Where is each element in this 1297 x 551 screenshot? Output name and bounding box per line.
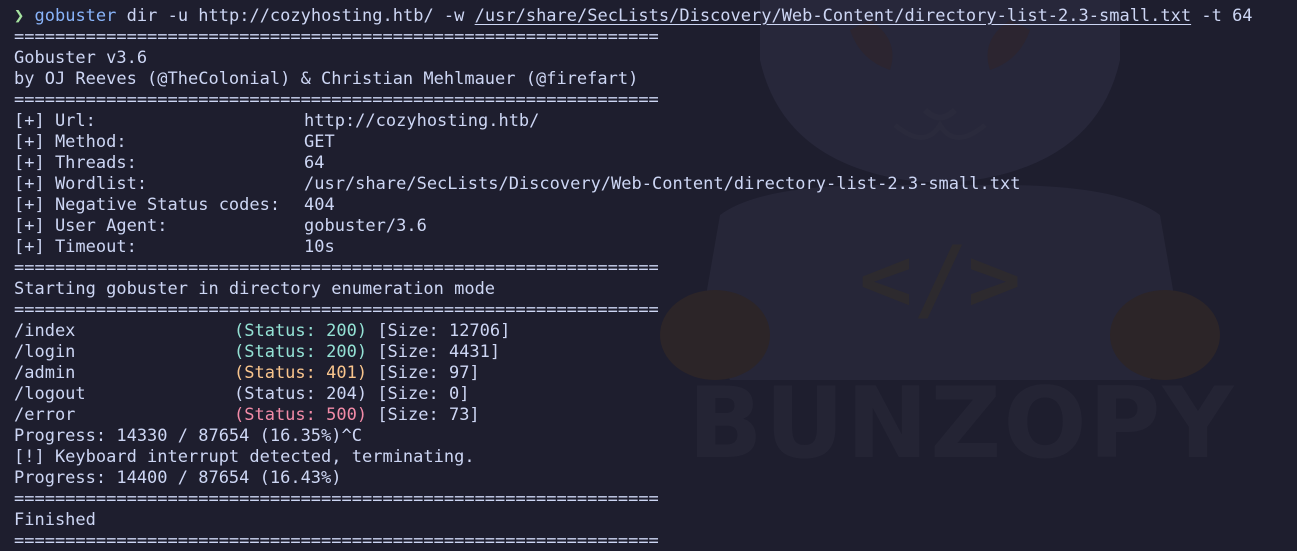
result-size: [Size: 97] <box>377 363 480 383</box>
config-label: [+] Timeout: <box>14 237 137 257</box>
config-label: [+] Wordlist: <box>14 174 148 194</box>
result-size: [Size: 73] <box>377 405 480 425</box>
result-size: [Size: 4431] <box>377 342 501 362</box>
config-value: GET <box>304 132 335 152</box>
separator-line: ========================================… <box>14 489 659 509</box>
result-size: [Size: 0] <box>377 384 470 404</box>
config-row: [+] Timeout: 10s <box>14 237 1253 258</box>
result-size: [Size: 12706] <box>377 321 511 341</box>
config-value: 64 <box>304 153 325 173</box>
config-label: [+] Method: <box>14 132 127 152</box>
result-status: (Status: 200) <box>234 321 368 341</box>
config-label: [+] Negative Status codes: <box>14 195 281 215</box>
result-status: (Status: 500) <box>234 405 368 425</box>
progress-line: Progress: 14400 / 87654 (16.43%) <box>14 468 342 488</box>
result-row: /index (Status: 200) [Size: 12706] <box>14 321 1253 342</box>
result-status: (Status: 200) <box>234 342 368 362</box>
separator-line: ========================================… <box>14 300 659 320</box>
result-path: /logout <box>14 384 86 404</box>
config-value: 10s <box>304 237 335 257</box>
banner-version: Gobuster v3.6 <box>14 48 148 68</box>
start-message: Starting gobuster in directory enumerati… <box>14 279 496 299</box>
command-args: dir -u http://cozyhosting.htb/ -w <box>126 6 465 26</box>
result-path: /error <box>14 405 76 425</box>
separator-line: ========================================… <box>14 258 659 278</box>
terminal-window[interactable]: </> BUNZOPY ❯ gobuster dir -u http://coz… <box>0 0 1297 551</box>
interrupt-message: [!] Keyboard interrupt detected, termina… <box>14 447 475 467</box>
progress-line: Progress: 14330 / 87654 (16.35%)^C <box>14 426 362 446</box>
config-label: [+] Threads: <box>14 153 137 173</box>
terminal-output: ❯ gobuster dir -u http://cozyhosting.htb… <box>14 6 1253 551</box>
config-row: [+] Negative Status codes: 404 <box>14 195 1253 216</box>
result-path: /index <box>14 321 76 341</box>
banner-authors: by OJ Reeves (@TheColonial) & Christian … <box>14 69 639 89</box>
config-value: gobuster/3.6 <box>304 216 427 236</box>
separator-line: ========================================… <box>14 90 659 110</box>
result-row: /logout (Status: 204) [Size: 0] <box>14 384 1253 405</box>
command-line: ❯ gobuster dir -u http://cozyhosting.htb… <box>14 6 1253 27</box>
finished-message: Finished <box>14 510 96 530</box>
result-status: (Status: 204) <box>234 384 368 404</box>
config-value: http://cozyhosting.htb/ <box>304 111 540 131</box>
result-row: /admin (Status: 401) [Size: 97] <box>14 363 1253 384</box>
result-status: (Status: 401) <box>234 363 368 383</box>
wordlist-path-link[interactable]: /usr/share/SecLists/Discovery/Web-Conten… <box>475 6 1191 26</box>
config-row: [+] Wordlist: /usr/share/SecLists/Discove… <box>14 174 1253 195</box>
config-row: [+] User Agent: gobuster/3.6 <box>14 216 1253 237</box>
result-row: /error (Status: 500) [Size: 73] <box>14 405 1253 426</box>
separator-line: ========================================… <box>14 531 659 551</box>
result-path: /login <box>14 342 76 362</box>
separator-line: ========================================… <box>14 27 659 47</box>
config-row: [+] Threads: 64 <box>14 153 1253 174</box>
result-path: /admin <box>14 363 76 383</box>
config-row: [+] Method: GET <box>14 132 1253 153</box>
config-label: [+] User Agent: <box>14 216 168 236</box>
config-value: 404 <box>304 195 335 215</box>
prompt-symbol: ❯ <box>14 6 25 26</box>
command-program: gobuster <box>34 6 117 26</box>
result-row: /login (Status: 200) [Size: 4431] <box>14 342 1253 363</box>
config-value: /usr/share/SecLists/Discovery/Web-Conten… <box>304 174 1021 194</box>
command-threads-arg: -t 64 <box>1201 6 1253 26</box>
config-label: [+] Url: <box>14 111 96 131</box>
config-row: [+] Url: http://cozyhosting.htb/ <box>14 111 1253 132</box>
